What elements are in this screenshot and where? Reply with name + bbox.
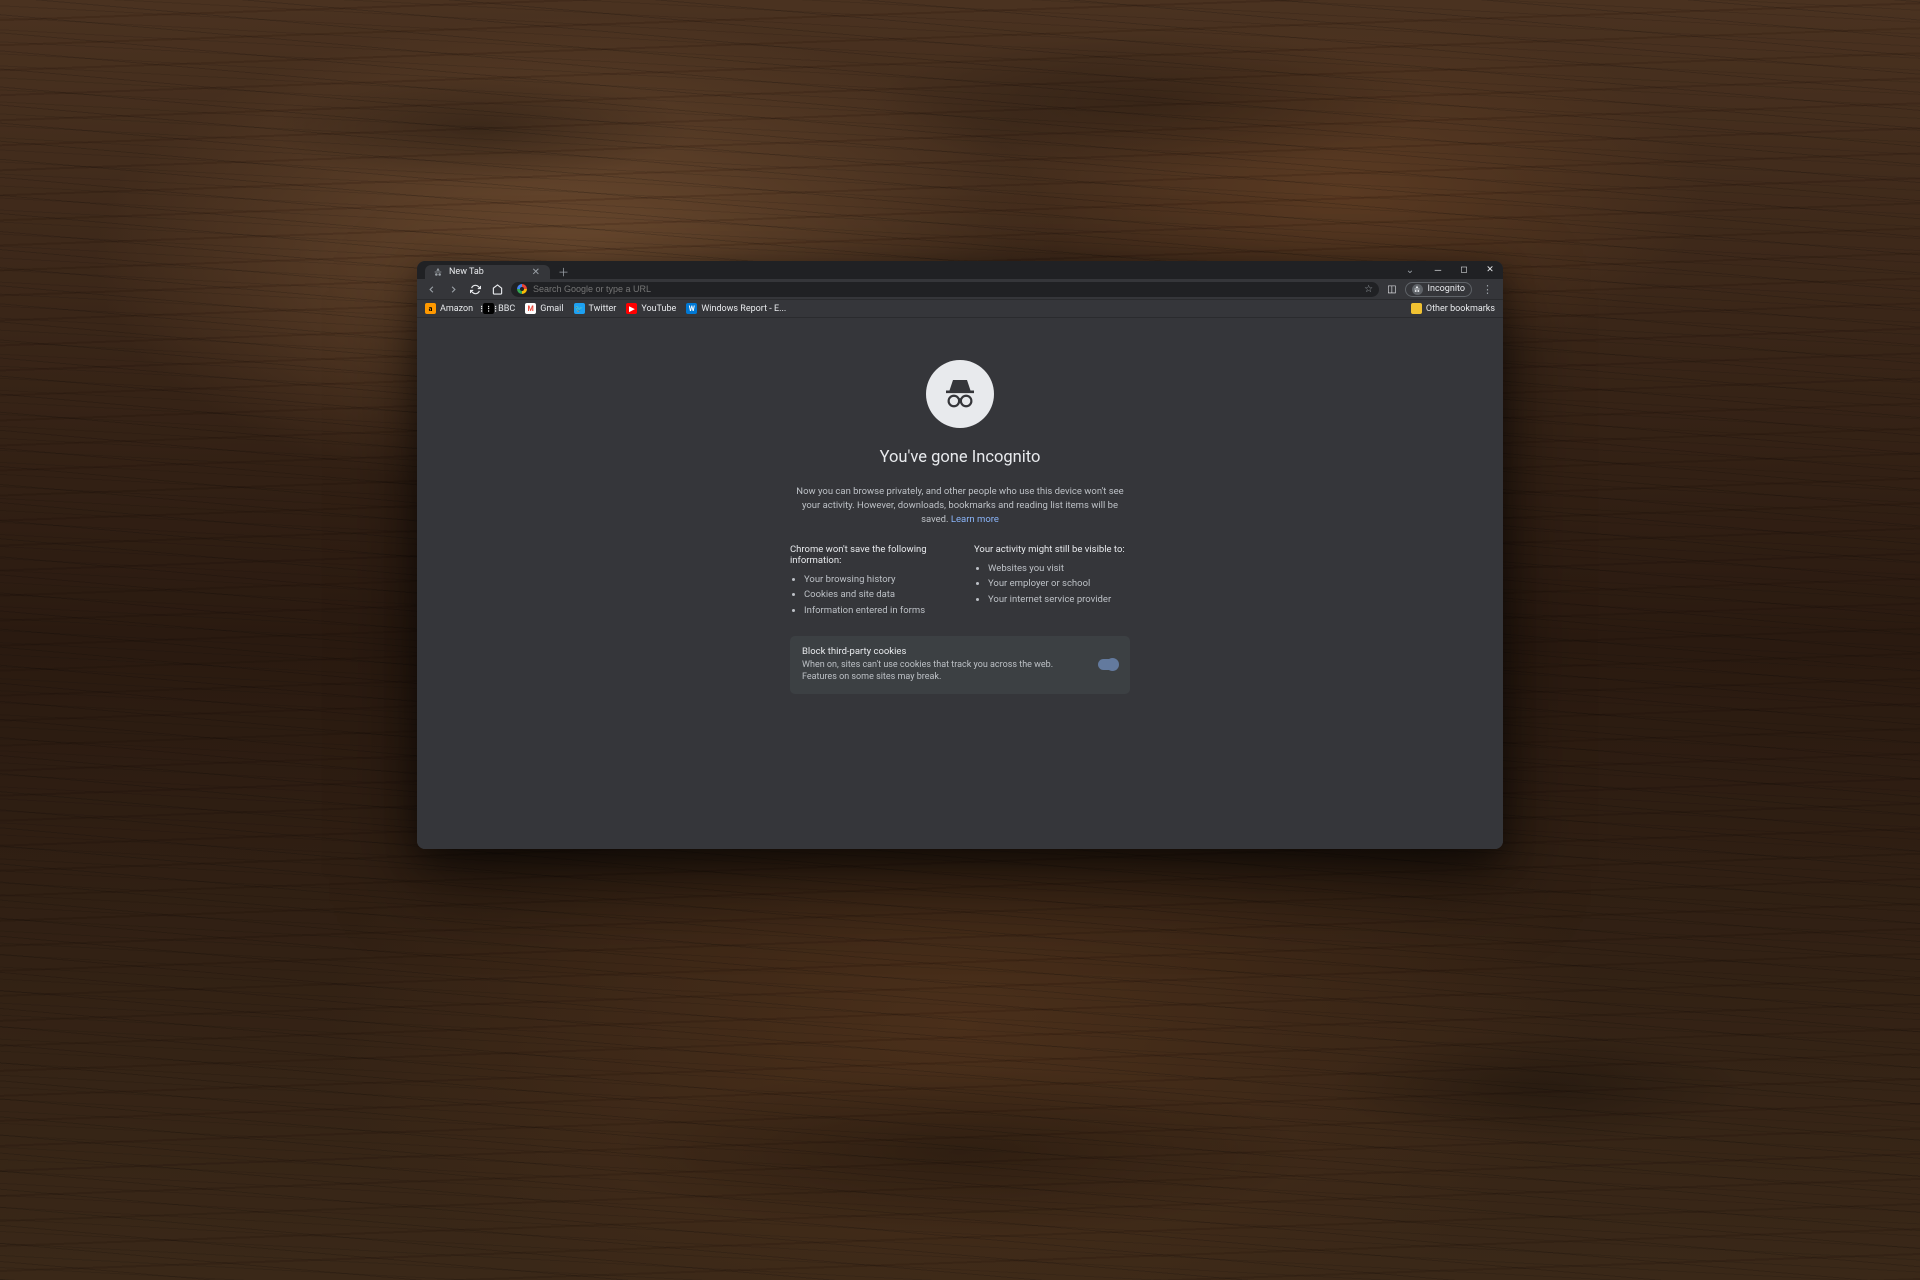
profile-label: Incognito	[1428, 284, 1465, 294]
close-window-button[interactable]: ✕	[1477, 261, 1503, 279]
folder-icon: ▇	[1411, 303, 1422, 314]
bookmark-label: Twitter	[589, 304, 617, 314]
page-content: You've gone Incognito Now you can browse…	[417, 318, 1503, 849]
bookmark-label: YouTube	[641, 304, 676, 314]
tab-search-button[interactable]: ⌄	[1399, 261, 1421, 279]
profile-chip[interactable]: Incognito	[1405, 282, 1472, 297]
tab-strip: New Tab ✕ ＋ ⌄ ─ ◻ ✕	[417, 261, 1503, 279]
incognito-headline: You've gone Incognito	[880, 448, 1041, 467]
window-controls: ─ ◻ ✕	[1425, 261, 1503, 279]
reload-button[interactable]	[467, 281, 483, 297]
bookmark-label: Amazon	[440, 304, 473, 314]
list-item: Your internet service provider	[988, 592, 1130, 607]
cookie-desc: When on, sites can't use cookies that tr…	[802, 659, 1084, 684]
bookmark-favicon: a	[425, 303, 436, 314]
bookmark-favicon: W	[686, 303, 697, 314]
bookmark-favicon: ▶	[626, 303, 637, 314]
minimize-button[interactable]: ─	[1425, 261, 1451, 279]
bookmark-label: Windows Report - E...	[701, 304, 786, 314]
col1-list: Your browsing historyCookies and site da…	[790, 572, 946, 618]
incognito-logo	[926, 360, 994, 428]
url-input[interactable]	[533, 284, 1358, 294]
bookmark-item[interactable]: W Windows Report - E...	[686, 303, 786, 314]
cookie-card: Block third-party cookies When on, sites…	[790, 636, 1130, 694]
list-item: Cookies and site data	[804, 587, 946, 602]
other-bookmarks-folder[interactable]: ▇ Other bookmarks	[1411, 303, 1495, 314]
cookie-toggle[interactable]	[1098, 659, 1118, 670]
cookie-title: Block third-party cookies	[802, 646, 1084, 657]
bookmark-favicon: 🐦	[574, 303, 585, 314]
tab-title: New Tab	[449, 267, 524, 277]
toolbar: ☆ ◫ Incognito ⋮	[417, 279, 1503, 300]
bookmark-item[interactable]: 🐦 Twitter	[574, 303, 617, 314]
bookmark-star-icon[interactable]: ☆	[1364, 284, 1373, 295]
list-item: Websites you visit	[988, 561, 1130, 576]
side-panel-button[interactable]: ◫	[1385, 284, 1398, 295]
list-item: Your employer or school	[988, 576, 1130, 591]
incognito-description: Now you can browse privately, and other …	[790, 485, 1130, 526]
bookmark-label: BBC	[498, 304, 515, 314]
list-item: Information entered in forms	[804, 603, 946, 618]
bookmarks-bar: a Amazon ⋮⋮⋮ BBC M Gmail 🐦 Twitter ▶ YouTube W Wind…	[417, 300, 1503, 318]
col1-title: Chrome won't save the following informat…	[790, 544, 946, 566]
address-bar[interactable]: ☆	[511, 282, 1379, 297]
bookmark-item[interactable]: a Amazon	[425, 303, 473, 314]
bookmark-item[interactable]: ⋮⋮⋮ BBC	[483, 303, 515, 314]
bookmark-favicon: M	[525, 303, 536, 314]
close-tab-button[interactable]: ✕	[530, 267, 542, 278]
learn-more-link[interactable]: Learn more	[951, 514, 999, 525]
menu-button[interactable]: ⋮	[1478, 283, 1497, 296]
info-columns: Chrome won't save the following informat…	[790, 544, 1130, 618]
active-tab[interactable]: New Tab ✕	[425, 265, 550, 279]
forward-button[interactable]	[445, 281, 461, 297]
incognito-icon	[1412, 284, 1423, 295]
home-button[interactable]	[489, 281, 505, 297]
back-button[interactable]	[423, 281, 439, 297]
cookie-text: Block third-party cookies When on, sites…	[802, 646, 1084, 684]
browser-window: New Tab ✕ ＋ ⌄ ─ ◻ ✕ ☆ ◫ Incognito ⋮	[417, 261, 1503, 849]
bookmark-favicon: ⋮⋮⋮	[483, 303, 494, 314]
visible-to-column: Your activity might still be visible to:…	[974, 544, 1130, 618]
incognito-favicon	[433, 267, 443, 277]
new-tab-button[interactable]: ＋	[550, 264, 577, 280]
col2-title: Your activity might still be visible to:	[974, 544, 1130, 555]
maximize-button[interactable]: ◻	[1451, 261, 1477, 279]
list-item: Your browsing history	[804, 572, 946, 587]
col2-list: Websites you visitYour employer or schoo…	[974, 561, 1130, 607]
bookmark-item[interactable]: M Gmail	[525, 303, 563, 314]
bookmark-label: Gmail	[540, 304, 563, 314]
search-engine-icon	[517, 284, 527, 294]
other-bookmarks-label: Other bookmarks	[1426, 304, 1495, 314]
wont-save-column: Chrome won't save the following informat…	[790, 544, 946, 618]
bookmark-item[interactable]: ▶ YouTube	[626, 303, 676, 314]
